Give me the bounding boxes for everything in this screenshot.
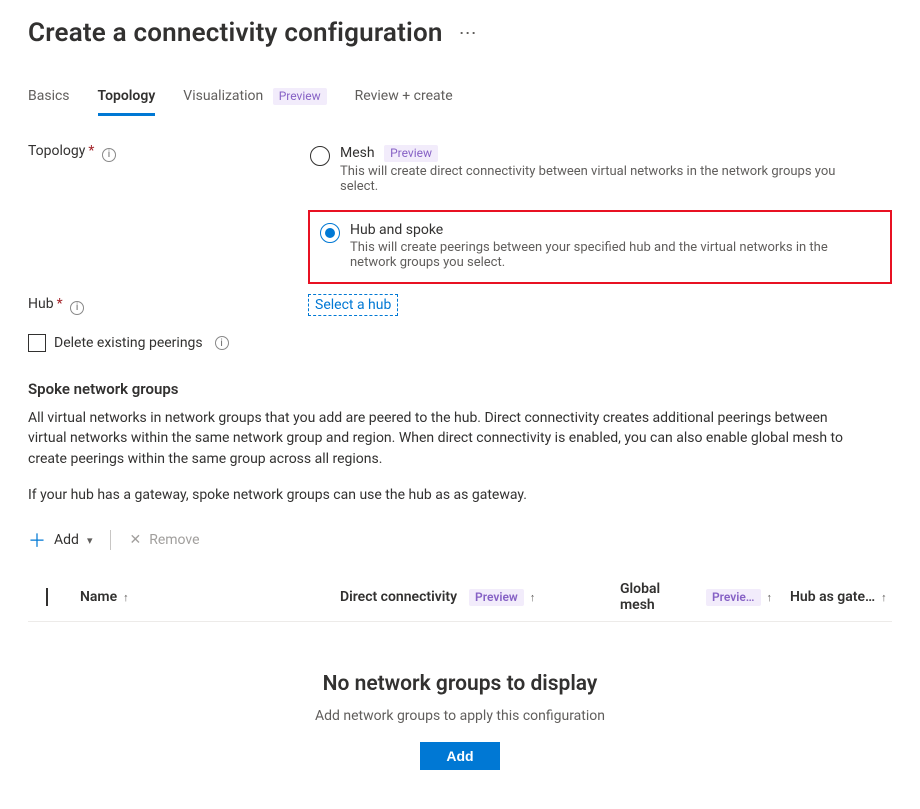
radio-option-mesh[interactable]: Mesh Preview This will create direct con… (308, 141, 892, 198)
empty-state-subtitle: Add network groups to apply this configu… (28, 708, 892, 724)
chevron-down-icon: ▾ (87, 534, 93, 547)
mesh-title-text: Mesh (340, 145, 375, 161)
page-title: Create a connectivity configuration (28, 18, 443, 48)
plus-icon: ＋ (28, 527, 46, 553)
required-indicator: * (88, 143, 94, 159)
preview-badge: Preview (384, 145, 438, 162)
hub-field-label: Hub* i (28, 294, 308, 315)
column-header-hub-as-gateway[interactable]: Hub as gate… ↑ (790, 589, 892, 605)
spoke-section-desc-1: All virtual networks in network groups t… (28, 408, 858, 469)
tab-review-create[interactable]: Review + create (355, 82, 453, 115)
sort-arrow-icon: ↑ (881, 591, 887, 604)
tab-topology[interactable]: Topology (98, 82, 156, 115)
select-hub-link[interactable]: Select a hub (308, 294, 398, 316)
preview-badge: Preview (469, 589, 524, 606)
empty-add-button[interactable]: Add (420, 742, 499, 770)
selected-topology-highlight: Hub and spoke This will create peerings … (308, 210, 892, 284)
tab-visualization[interactable]: Visualization Preview (183, 82, 326, 115)
info-icon[interactable]: i (70, 301, 84, 315)
tab-visualization-label: Visualization (183, 88, 263, 104)
radio-mesh-desc: This will create direct connectivity bet… (340, 164, 860, 194)
empty-state-title: No network groups to display (28, 672, 892, 696)
tab-strip: Basics Topology Visualization Preview Re… (28, 82, 892, 115)
column-dc-label: Direct connectivity (340, 589, 457, 605)
column-gm-label: Global mesh (620, 581, 694, 613)
remove-button: ✕ Remove (129, 532, 199, 548)
preview-badge: Previe… (706, 589, 761, 606)
radio-hubspoke-title: Hub and spoke (350, 222, 870, 238)
network-groups-table: Name ↑ Direct connectivity Preview ↑ Glo… (28, 581, 892, 770)
column-hg-label: Hub as gate… (790, 589, 875, 605)
add-button[interactable]: ＋ Add ▾ (28, 527, 92, 553)
radio-mesh-title: Mesh Preview (340, 145, 860, 162)
more-actions-icon[interactable]: ⋯ (459, 23, 479, 44)
select-all-checkbox[interactable] (46, 588, 48, 606)
radio-option-hub-spoke[interactable]: Hub and spoke This will create peerings … (318, 218, 882, 274)
topology-label-text: Topology (28, 143, 85, 159)
sort-arrow-icon: ↑ (530, 591, 536, 604)
add-button-label: Add (54, 532, 79, 548)
remove-button-label: Remove (149, 532, 199, 548)
tab-basics[interactable]: Basics (28, 82, 70, 115)
required-indicator: * (57, 296, 63, 312)
spoke-section-desc-2: If your hub has a gateway, spoke network… (28, 485, 858, 505)
empty-state: No network groups to display Add network… (28, 672, 892, 770)
delete-peerings-checkbox[interactable] (28, 334, 46, 352)
sort-arrow-icon: ↑ (767, 591, 773, 604)
delete-peerings-label: Delete existing peerings (54, 335, 203, 351)
info-icon[interactable]: i (102, 148, 116, 162)
column-header-direct-connectivity[interactable]: Direct connectivity Preview ↑ (340, 589, 620, 606)
column-name-label: Name (80, 589, 117, 605)
radio-icon (310, 146, 330, 166)
preview-badge: Preview (273, 88, 327, 105)
table-toolbar: ＋ Add ▾ ✕ Remove (28, 527, 892, 553)
column-header-global-mesh[interactable]: Global mesh Previe… ↑ (620, 581, 790, 613)
info-icon[interactable]: i (215, 336, 229, 350)
sort-arrow-icon: ↑ (123, 591, 129, 604)
toolbar-divider (110, 530, 111, 550)
column-header-name[interactable]: Name ↑ (80, 589, 340, 605)
topology-field-label: Topology* i (28, 141, 308, 162)
hub-label-text: Hub (28, 296, 54, 312)
radio-icon (320, 223, 340, 243)
spoke-section-title: Spoke network groups (28, 380, 892, 398)
close-icon: ✕ (129, 532, 141, 548)
radio-hubspoke-desc: This will create peerings between your s… (350, 240, 870, 270)
table-header-row: Name ↑ Direct connectivity Preview ↑ Glo… (28, 581, 892, 622)
